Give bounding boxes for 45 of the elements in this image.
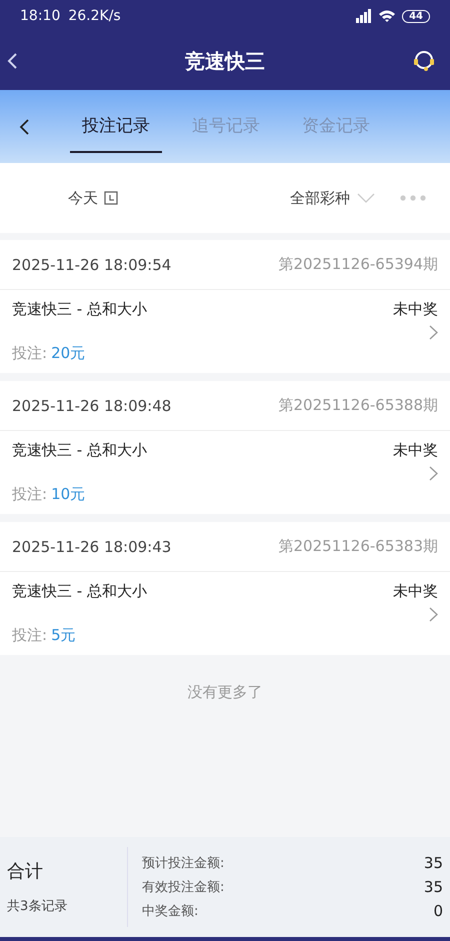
summary-value: 0	[433, 902, 443, 920]
chevron-down-icon	[356, 192, 376, 204]
headset-icon[interactable]	[412, 49, 436, 73]
network-speed: 26.2K/s	[68, 8, 121, 24]
summary-label: 预计投注金额:	[142, 855, 224, 872]
bet-time: 2025-11-26 18:09:54	[12, 256, 172, 274]
bet-amount: 5元	[51, 626, 76, 644]
record-card[interactable]: 2025-11-26 18:09:43 第20251126-65383期 竞速快三 - 总和大小 未中奖 投注: 5元	[0, 522, 450, 655]
chevron-right-icon	[429, 466, 438, 481]
wifi-icon	[378, 9, 396, 23]
status-time: 18:10	[20, 8, 60, 24]
lottery-filter[interactable]: 全部彩种	[284, 188, 382, 208]
summary-label: 中奖金额:	[142, 903, 198, 920]
bet-time: 2025-11-26 18:09:48	[12, 396, 172, 414]
summary-label: 有效投注金额:	[142, 879, 224, 896]
bet-label: 投注:	[12, 626, 48, 644]
result-status: 未中奖	[393, 300, 438, 319]
issue-number: 第20251126-65394期	[278, 255, 438, 274]
summary-value: 35	[424, 878, 443, 896]
battery-indicator: 44	[402, 10, 430, 22]
issue-number: 第20251126-65383期	[278, 537, 438, 556]
record-card[interactable]: 2025-11-26 18:09:48 第20251126-65388期 竞速快三 - 总和大小 未中奖 投注: 10元	[0, 381, 450, 514]
game-name: 竞速快三 - 总和大小	[12, 441, 147, 460]
record-count: 共3条记录	[7, 898, 68, 915]
chevron-right-icon	[429, 325, 438, 340]
calendar-icon	[104, 191, 118, 205]
result-status: 未中奖	[393, 582, 438, 601]
issue-number: 第20251126-65388期	[278, 396, 438, 415]
bet-amount: 10元	[51, 485, 86, 503]
record-card[interactable]: 2025-11-26 18:09:54 第20251126-65394期 竞速快三 - 总和大小 未中奖 投注: 20元	[0, 240, 450, 373]
chevron-right-icon	[429, 607, 438, 622]
bet-amount: 20元	[51, 344, 86, 362]
bet-label: 投注:	[12, 485, 48, 503]
tab[interactable]: 投注记录	[70, 100, 162, 153]
summary-value: 35	[424, 854, 443, 872]
page-title: 竞速快三	[185, 48, 265, 74]
game-name: 竞速快三 - 总和大小	[12, 582, 147, 601]
bet-label: 投注:	[12, 344, 48, 362]
game-name: 竞速快三 - 总和大小	[12, 300, 147, 319]
date-filter[interactable]: 今天	[62, 188, 124, 208]
back-icon[interactable]	[18, 118, 30, 136]
bet-time: 2025-11-26 18:09:43	[12, 538, 172, 556]
end-note: 没有更多了	[186, 682, 264, 702]
result-status: 未中奖	[393, 441, 438, 460]
summary-title: 合计	[7, 860, 44, 883]
